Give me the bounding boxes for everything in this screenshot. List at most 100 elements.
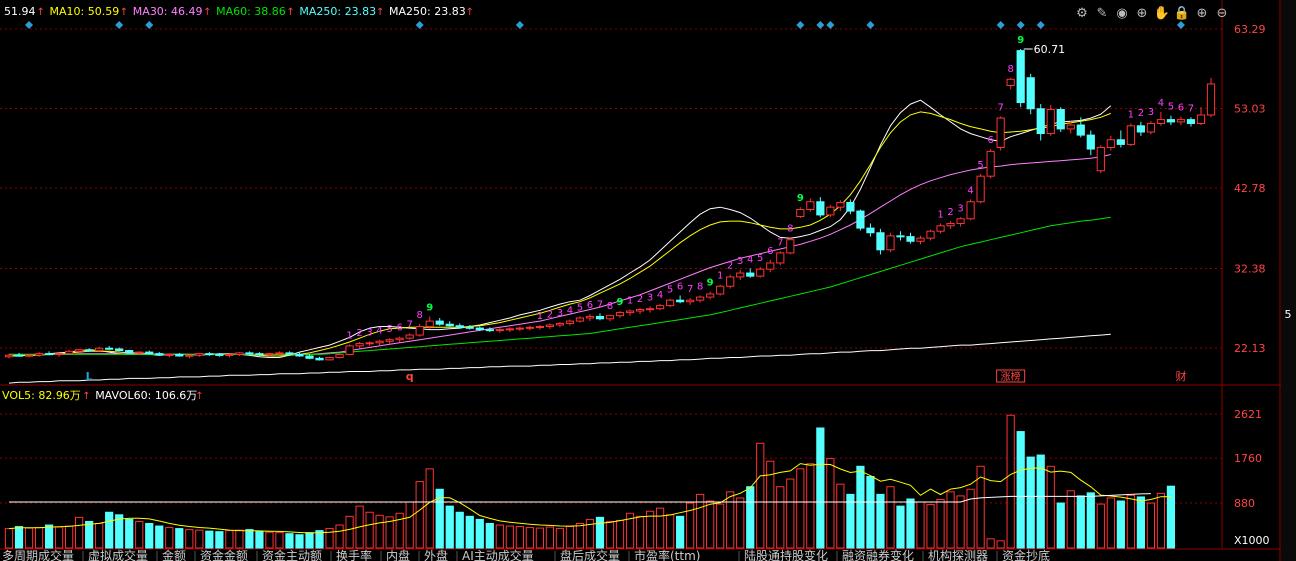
bottom-tab-item[interactable]: 盘后成交量 (560, 548, 620, 561)
candle-body (876, 232, 885, 251)
volume-bar (105, 511, 114, 549)
candle-body (205, 353, 214, 356)
volume-bar (956, 495, 965, 549)
sequence-count: 6 (587, 300, 593, 311)
candle-body (726, 276, 735, 287)
bottom-tab-item[interactable]: 金额 (162, 548, 186, 561)
chart-toolbar[interactable]: ⚙ ✎ ◉ ⊕ ✋ 🔒 ⊕ ⊖ (1076, 5, 1227, 21)
settings-icon[interactable]: ⚙ (1076, 6, 1088, 21)
volume-bar (365, 511, 374, 549)
bottom-indicator-tabs[interactable]: 多周期成交量 虚拟成交量 金额 资金金额 资金主动额 换手率 内盘 外盘 AI主动成交量 盘后成交… (2, 548, 1050, 561)
volume-bar (886, 486, 895, 549)
candle-body (1196, 114, 1206, 124)
volume-bar (1096, 503, 1105, 549)
candle-body (1006, 78, 1015, 87)
sequence-count: 3 (737, 256, 743, 267)
bottom-tab-item[interactable]: AI主动成交量 (462, 548, 534, 561)
volume-bar (44, 524, 54, 549)
candle-body (34, 353, 44, 356)
candle-body (14, 354, 24, 357)
volume-bar (295, 534, 304, 549)
volume-bar (525, 527, 534, 549)
bottom-tab-item[interactable]: 虚拟成交量 (88, 548, 148, 561)
bottom-tab-item[interactable]: 陆股通持股变化 (744, 548, 828, 561)
volume-bar (716, 503, 725, 549)
volume-bar (1066, 490, 1075, 549)
zoom-out-icon[interactable]: ⊖ (1217, 6, 1228, 21)
bottom-tab-item[interactable]: 市盈率(ttm) (634, 548, 700, 561)
sequence-count: 8 (787, 223, 793, 234)
candle-body (786, 239, 795, 254)
side-panel-value: 5 (1285, 308, 1292, 321)
volume-bar (305, 532, 314, 549)
bottom-tab-item[interactable]: 内盘 (386, 548, 410, 561)
bottom-tab-item[interactable]: 多周期成交量 (2, 548, 74, 561)
bottom-tab-item[interactable]: 融资融券变化 (842, 548, 914, 561)
candle-body (185, 354, 194, 357)
volume-unit-label: X1000 (1234, 534, 1270, 547)
bottom-tab-item[interactable]: 资金抄底 (1002, 548, 1050, 561)
volume-bar (635, 515, 645, 549)
bottom-tab-item[interactable]: 外盘 (424, 548, 448, 561)
candle-body (395, 337, 404, 341)
bottom-tab-item[interactable]: 机构探测器 (928, 548, 988, 561)
volume-bar (255, 530, 264, 549)
bottom-tab-item[interactable]: 资金主动额 (262, 548, 322, 561)
candle-body (235, 352, 244, 355)
sequence-count: 2 (356, 328, 362, 339)
lock-icon[interactable]: 🔒 (1174, 6, 1190, 21)
signal-diamond-icon (1176, 21, 1185, 29)
volume-bar (95, 522, 104, 549)
sequence-count: 8 (1007, 64, 1013, 75)
ma-legend-item: 51.94 (4, 5, 36, 18)
vol-legend-arrow: ↑ (82, 391, 90, 402)
sequence-count: 7 (997, 103, 1003, 114)
volume-bar (75, 516, 84, 549)
vol-legend-item: MAVOL60: 106.6万 (95, 389, 197, 402)
candle-body (555, 322, 565, 326)
ma-legend-arrow: ↑ (120, 7, 128, 18)
eye-icon[interactable]: ◉ (1116, 6, 1127, 21)
volume-bar (455, 511, 464, 549)
sequence-count: 3 (557, 308, 563, 319)
sequence-count: 4 (747, 254, 753, 265)
zoom-icon[interactable]: ⊕ (1137, 6, 1148, 21)
candle-body (686, 299, 695, 303)
candle-body (4, 354, 14, 358)
candle-body (1066, 124, 1075, 130)
zoom-in-icon[interactable]: ⊕ (1197, 6, 1208, 21)
draw-icon[interactable]: ✎ (1097, 6, 1108, 21)
candle-body (495, 329, 504, 332)
candle-body (85, 349, 94, 352)
volume-bar (195, 529, 204, 549)
candle-body (125, 350, 134, 354)
candle-body (355, 343, 364, 347)
volume-bar (325, 528, 334, 549)
right-side-panel[interactable]: 5 (1281, 0, 1296, 561)
candle-body (846, 202, 855, 212)
volume-bar (34, 527, 44, 549)
volume-bar (345, 515, 354, 549)
sequence-count: 1 (937, 209, 943, 220)
ma-line-ma5 (8, 99, 1112, 358)
volume-bar (225, 530, 234, 549)
bottom-tab-item[interactable]: 换手率 (336, 548, 372, 561)
sequence-count: 5 (977, 160, 983, 171)
volume-bar (676, 515, 685, 549)
candle-body (155, 353, 164, 356)
sequence-count: 4 (657, 290, 663, 301)
sequence-count: 4 (567, 306, 573, 317)
candle-body (966, 201, 975, 220)
volume-bar (275, 532, 284, 549)
volume-bar (816, 427, 825, 549)
hand-icon[interactable]: ✋ (1154, 5, 1170, 21)
high-label: 60.71 (1034, 43, 1066, 56)
candle-body (635, 308, 645, 312)
volume-bar (515, 526, 524, 549)
signal-diamond-icon (145, 21, 154, 29)
candle-body (585, 315, 595, 319)
signal-diamond-icon (1036, 21, 1045, 29)
sequence-count: 3 (647, 292, 653, 303)
volume-bar (465, 515, 474, 549)
bottom-tab-item[interactable]: 资金金额 (200, 548, 248, 561)
